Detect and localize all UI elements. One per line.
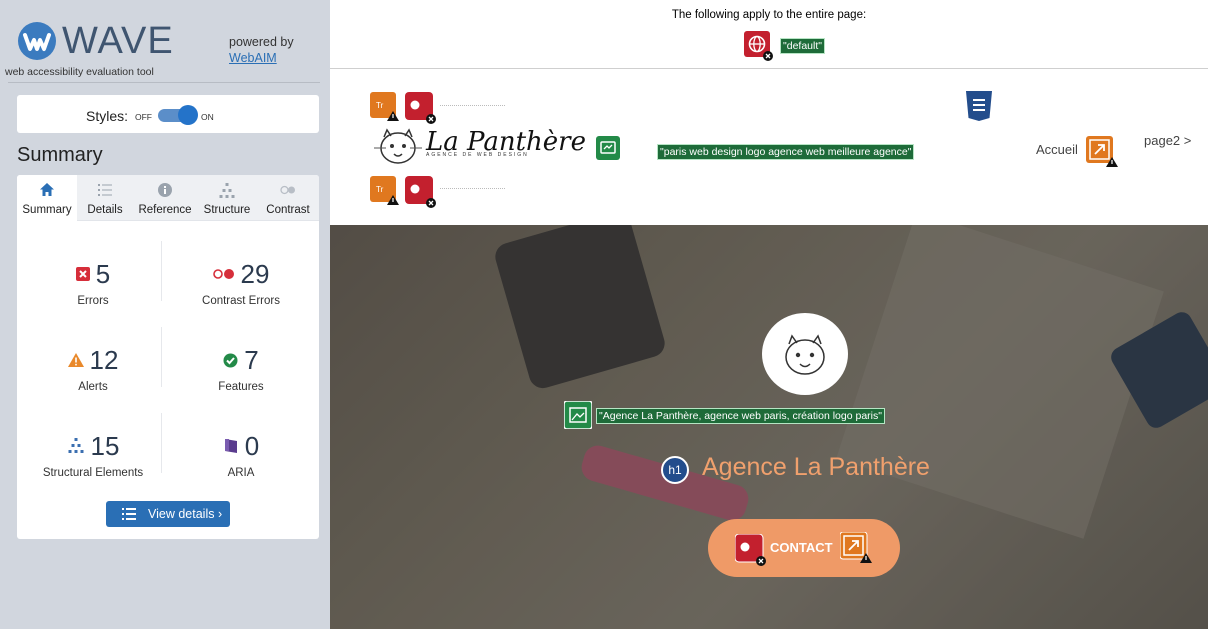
wave-logo-icon bbox=[18, 22, 56, 60]
contrast-error-icon[interactable] bbox=[405, 92, 437, 124]
structural-label: Structural Elements bbox=[42, 467, 144, 479]
alerts-label: Alerts bbox=[78, 381, 108, 393]
divider bbox=[161, 327, 162, 387]
hero-title: Agence La Panthère bbox=[702, 453, 930, 481]
errors-label: Errors bbox=[77, 295, 109, 307]
tab-summary[interactable]: Summary bbox=[17, 175, 77, 221]
structural-count: 15 bbox=[90, 431, 120, 461]
contrast-error-icon[interactable] bbox=[405, 176, 437, 208]
hero-alt-tag: "Agence La Panthère, agence web paris, c… bbox=[596, 408, 885, 424]
h1-heading-icon[interactable]: h1 bbox=[661, 456, 689, 484]
contrast-error-icon bbox=[212, 269, 234, 279]
aria-icon bbox=[224, 439, 237, 453]
brand-subtitle: AGENCE DE WEB DESIGN bbox=[426, 152, 529, 158]
styles-toggle-box: Styles: OFF ON bbox=[17, 95, 319, 133]
styles-off-label: OFF bbox=[135, 112, 152, 122]
nav-page2-link[interactable]: page2 > bbox=[1144, 133, 1191, 148]
list-icon bbox=[98, 184, 112, 196]
webaim-link[interactable]: WebAIM bbox=[229, 51, 277, 65]
css-icon[interactable] bbox=[964, 90, 994, 122]
nav-accueil-link[interactable]: Accueil bbox=[1036, 142, 1078, 157]
features-count: 7 bbox=[244, 345, 259, 375]
tab-structure[interactable]: Structure bbox=[197, 175, 257, 221]
language-error-icon[interactable] bbox=[744, 31, 774, 61]
summary-panel: Summary Details Reference Structure Cont… bbox=[17, 175, 319, 539]
contrast-icon bbox=[280, 185, 295, 195]
text-alert-icon[interactable]: Tr bbox=[370, 92, 400, 122]
divider bbox=[440, 105, 505, 106]
divider bbox=[161, 413, 162, 473]
language-tag: "default" bbox=[780, 38, 825, 54]
hero-logo-image bbox=[762, 313, 848, 395]
structure-icon bbox=[68, 438, 84, 453]
image-feature-icon[interactable] bbox=[563, 400, 593, 430]
contact-button[interactable]: CONTACT bbox=[708, 519, 900, 577]
contrast-errors-label: Contrast Errors bbox=[202, 295, 280, 307]
site-header: Tr La Panthère AGENCE DE WEB DESIGN "par… bbox=[330, 70, 1208, 225]
tab-label: Structure bbox=[203, 204, 251, 216]
tab-contrast[interactable]: Contrast bbox=[257, 175, 319, 221]
page-level-results: The following apply to the entire page: … bbox=[330, 0, 1208, 69]
powered-by-text: powered by bbox=[229, 35, 294, 49]
alert-icon bbox=[67, 353, 84, 367]
styles-on-label: ON bbox=[201, 112, 214, 122]
tab-reference[interactable]: Reference bbox=[133, 175, 197, 221]
contact-label: CONTACT bbox=[770, 540, 833, 555]
text-alert-icon[interactable]: Tr bbox=[370, 176, 400, 206]
styles-toggle-knob[interactable] bbox=[178, 105, 198, 125]
wave-logo-text: WAVE bbox=[62, 20, 174, 62]
redundant-link-alert-icon[interactable] bbox=[839, 531, 872, 564]
errors-count: 5 bbox=[95, 259, 111, 289]
tab-details[interactable]: Details bbox=[77, 175, 133, 221]
page-level-heading: The following apply to the entire page: bbox=[671, 9, 867, 21]
error-icon bbox=[75, 267, 90, 281]
list-icon bbox=[122, 508, 136, 520]
wave-logo-area: WAVE web accessibility evaluation tool p… bbox=[0, 0, 330, 84]
contrast-error-icon[interactable] bbox=[734, 533, 767, 566]
logo-alt-tag: "paris web design logo agence web meille… bbox=[657, 144, 915, 160]
wave-tagline: web accessibility evaluation tool bbox=[5, 66, 154, 78]
svg-text:Tr: Tr bbox=[376, 101, 384, 110]
styles-label: Styles: bbox=[86, 108, 129, 124]
aria-label: ARIA bbox=[227, 467, 255, 479]
home-icon bbox=[40, 183, 54, 196]
view-details-label: View details › bbox=[148, 507, 223, 521]
divider bbox=[8, 82, 320, 83]
hero-section: "Agence La Panthère, agence web paris, c… bbox=[330, 225, 1208, 629]
feature-icon bbox=[223, 353, 238, 367]
divider bbox=[161, 241, 162, 301]
summary-heading: Summary bbox=[17, 144, 103, 166]
linked-image-icon[interactable] bbox=[596, 136, 620, 160]
tab-label: Contrast bbox=[266, 204, 310, 216]
svg-text:Tr: Tr bbox=[376, 185, 384, 194]
hierarchy-icon bbox=[219, 183, 235, 198]
redundant-link-alert-icon[interactable] bbox=[1086, 136, 1118, 168]
info-icon bbox=[158, 183, 172, 197]
panther-logo-image bbox=[372, 126, 424, 166]
wave-sidebar: WAVE web accessibility evaluation tool p… bbox=[0, 0, 330, 629]
divider bbox=[440, 188, 505, 189]
aria-count: 0 bbox=[244, 431, 260, 461]
contrast-errors-count: 29 bbox=[240, 259, 270, 289]
tab-label: Reference bbox=[138, 204, 192, 216]
tab-bar: Summary Details Reference Structure Cont… bbox=[17, 175, 319, 221]
tab-label: Summary bbox=[22, 204, 72, 216]
page-preview: The following apply to the entire page: … bbox=[330, 0, 1208, 629]
tab-label: Details bbox=[87, 204, 123, 216]
features-label: Features bbox=[218, 381, 264, 393]
alerts-count: 12 bbox=[89, 345, 119, 375]
view-details-button[interactable]: View details › bbox=[106, 501, 230, 527]
